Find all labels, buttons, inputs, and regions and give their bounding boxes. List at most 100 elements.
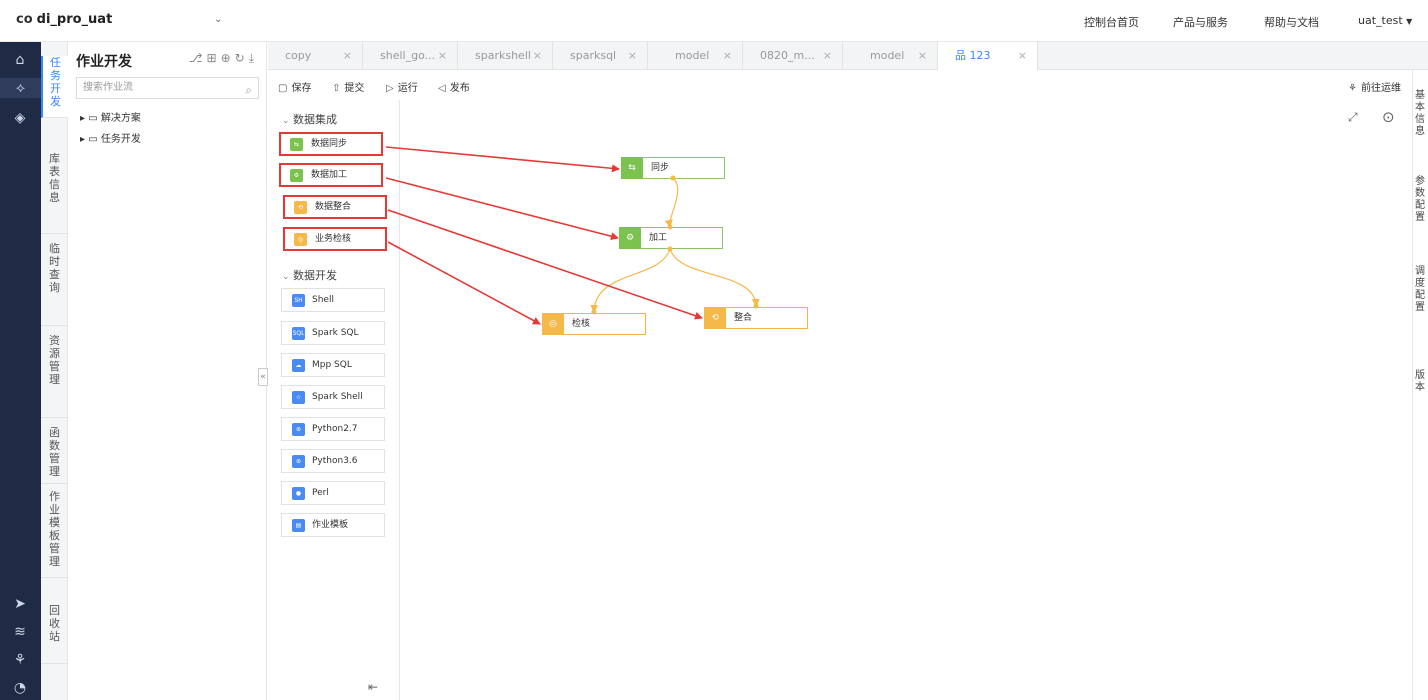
center-icon[interactable]: ⊙ [1382, 108, 1395, 126]
flow-node-sync[interactable]: ⇆ 同步 [621, 157, 725, 179]
palette-business-check[interactable]: ◎ 业务检核 [283, 227, 387, 251]
cloud-logo-icon: cᴏ [16, 12, 33, 27]
flow-icon: 品 [955, 49, 966, 62]
download-icon[interactable]: ⤓ [249, 51, 258, 65]
nav-console-home[interactable]: 控制台首页 [1084, 14, 1139, 30]
tree-item-task-dev[interactable]: ▸ ▭ 任务开发 [80, 130, 141, 145]
flow-node-merge[interactable]: ⟲ 整合 [704, 307, 808, 329]
dev-icon[interactable]: ⟡ [0, 78, 41, 98]
palette-mpp-sql[interactable]: ☁ Mpp SQL [281, 353, 385, 377]
user-menu[interactable]: uat_test ▼ [1358, 14, 1412, 27]
cube-icon[interactable]: ◈ [10, 108, 30, 128]
vtab-function-mgmt[interactable]: 函数管理 [41, 418, 68, 484]
app-rail: ⌂ ⟡ ◈ ➤ ≋ ⚘ ◔ [0, 42, 41, 700]
layers-icon[interactable]: ≋ [10, 622, 30, 642]
palette-shell[interactable]: SH Shell [281, 288, 385, 312]
tab-0820-m[interactable]: 0820_m... × [743, 42, 843, 70]
panel-title: 作业开发 [76, 54, 132, 70]
perl-icon: ● [292, 487, 305, 500]
home-icon[interactable]: ⌂ [10, 50, 30, 70]
vtab-resource-mgmt[interactable]: 资源管理 [41, 326, 68, 418]
top-bar: cᴏ di_pro_uat ⌄ 控制台首页 产品与服务 帮助与文档 uat_tes… [0, 0, 1428, 42]
collapse-panel-button[interactable]: « [258, 368, 268, 386]
close-icon[interactable]: × [823, 42, 832, 70]
group-data-integration[interactable]: ⌄ 数据集成 [282, 111, 337, 127]
save-icon: ▢ [278, 83, 288, 94]
collapse-palette-icon[interactable]: ⇤ [368, 680, 378, 694]
project-name: di_pro_uat [36, 12, 113, 27]
tab-123[interactable]: 品 123 × [938, 42, 1038, 70]
rtab-schedule-config[interactable]: 调度配置 [1415, 266, 1427, 314]
close-icon[interactable]: × [918, 42, 927, 70]
add-folder-icon[interactable]: ⊞ [207, 51, 221, 65]
vtab-temp-query[interactable]: 临时查询 [41, 234, 68, 326]
vtab-recycle-bin[interactable]: 回收站 [41, 600, 68, 664]
tab-sparkshell[interactable]: sparkshell × [458, 42, 553, 70]
user-name: uat_test [1358, 14, 1403, 27]
tab-model[interactable]: model × [648, 42, 743, 70]
close-icon[interactable]: × [533, 42, 542, 70]
add-flow-icon[interactable]: ⎇ [189, 51, 207, 65]
close-icon[interactable]: × [343, 42, 352, 70]
palette-python27[interactable]: ⊛ Python2.7 [281, 417, 385, 441]
rtab-basic-info[interactable]: 基本信息 [1415, 90, 1427, 138]
sql-icon: SQL [292, 327, 305, 340]
tab-copy[interactable]: copy × [268, 42, 363, 70]
save-button[interactable]: ▢ 保存 [278, 79, 311, 94]
goto-ops-button[interactable]: ⚘ 前往运维 [1348, 79, 1401, 94]
vtab-task-dev[interactable]: 任务开发 [41, 56, 68, 118]
spark-icon: ☆ [292, 391, 305, 404]
send-icon[interactable]: ➤ [10, 594, 30, 614]
vtab-template-mgmt[interactable]: 作业模板管理 [41, 484, 68, 578]
merge-icon: ⟲ [704, 307, 726, 329]
flow-node-check[interactable]: ◎ 检核 [542, 313, 646, 335]
fullscreen-icon[interactable]: ⤢ [1348, 110, 1358, 125]
publish-button[interactable]: ◁ 发布 [438, 79, 470, 94]
folder-icon: ▭ [88, 134, 98, 145]
logo[interactable]: cᴏ di_pro_uat [16, 12, 112, 27]
caret-right-icon: ▸ [80, 134, 86, 145]
close-icon[interactable]: × [438, 42, 447, 70]
palette-data-process[interactable]: ⚙ 数据加工 [279, 163, 383, 187]
shell-icon: SH [292, 294, 305, 307]
rtab-version[interactable]: 版本 [1415, 370, 1427, 394]
group-data-dev[interactable]: ⌄ 数据开发 [282, 267, 337, 283]
ops-icon[interactable]: ⚘ [10, 650, 30, 670]
palette-spark-sql[interactable]: SQL Spark SQL [281, 321, 385, 345]
close-icon[interactable]: × [1018, 42, 1027, 70]
template-icon: ▤ [292, 519, 305, 532]
process-icon: ⚙ [619, 227, 641, 249]
palette-job-template[interactable]: ▤ 作业模板 [281, 513, 385, 537]
tab-shell-go[interactable]: shell_go... × [363, 42, 458, 70]
merge-icon: ⟲ [294, 201, 307, 214]
tree-item-solutions[interactable]: ▸ ▭ 解决方案 [80, 109, 141, 124]
check-icon: ◎ [294, 233, 307, 246]
palette-python36[interactable]: ⊛ Python3.6 [281, 449, 385, 473]
check-icon: ◎ [542, 313, 564, 335]
palette-spark-shell[interactable]: ☆ Spark Shell [281, 385, 385, 409]
sync-icon: ⇆ [290, 138, 303, 151]
palette-data-merge[interactable]: ⟲ 数据整合 [283, 195, 387, 219]
refresh-icon[interactable]: ↻ [235, 51, 249, 65]
tab-model-2[interactable]: model × [843, 42, 938, 70]
locate-icon[interactable]: ⊕ [221, 51, 235, 65]
close-icon[interactable]: × [628, 42, 637, 70]
vtab-table-info[interactable]: 库表信息 [41, 142, 68, 234]
flow-canvas[interactable]: ⇆ 同步 ⚙ 加工 ◎ 检核 ⟲ 整合 ⤢ ⊙ [400, 100, 1412, 700]
flow-node-process[interactable]: ⚙ 加工 [619, 227, 723, 249]
palette-perl[interactable]: ● Perl [281, 481, 385, 505]
tab-sparksql[interactable]: sparksql × [553, 42, 648, 70]
close-icon[interactable]: × [723, 42, 732, 70]
chevron-down-icon[interactable]: ⌄ [214, 14, 222, 25]
editor-toolbar: ▢ 保存 ⇧ 提交 ▷ 运行 ◁ 发布 ⚘ 前往运维 [268, 70, 1428, 100]
palette-data-sync[interactable]: ⇆ 数据同步 [279, 132, 383, 156]
search-icon[interactable]: ⌕ [245, 80, 252, 100]
submit-button[interactable]: ⇧ 提交 [332, 79, 364, 94]
pie-chart-icon[interactable]: ◔ [10, 678, 30, 698]
nav-docs[interactable]: 帮助与文档 [1264, 14, 1319, 30]
search-input[interactable]: 搜索作业流 ⌕ [76, 77, 259, 99]
editor-tabs: copy × shell_go... × sparkshell × sparksql ×… [268, 42, 1428, 70]
nav-products[interactable]: 产品与服务 [1173, 14, 1228, 30]
rtab-param-config[interactable]: 参数配置 [1415, 176, 1427, 224]
run-button[interactable]: ▷ 运行 [386, 79, 418, 94]
